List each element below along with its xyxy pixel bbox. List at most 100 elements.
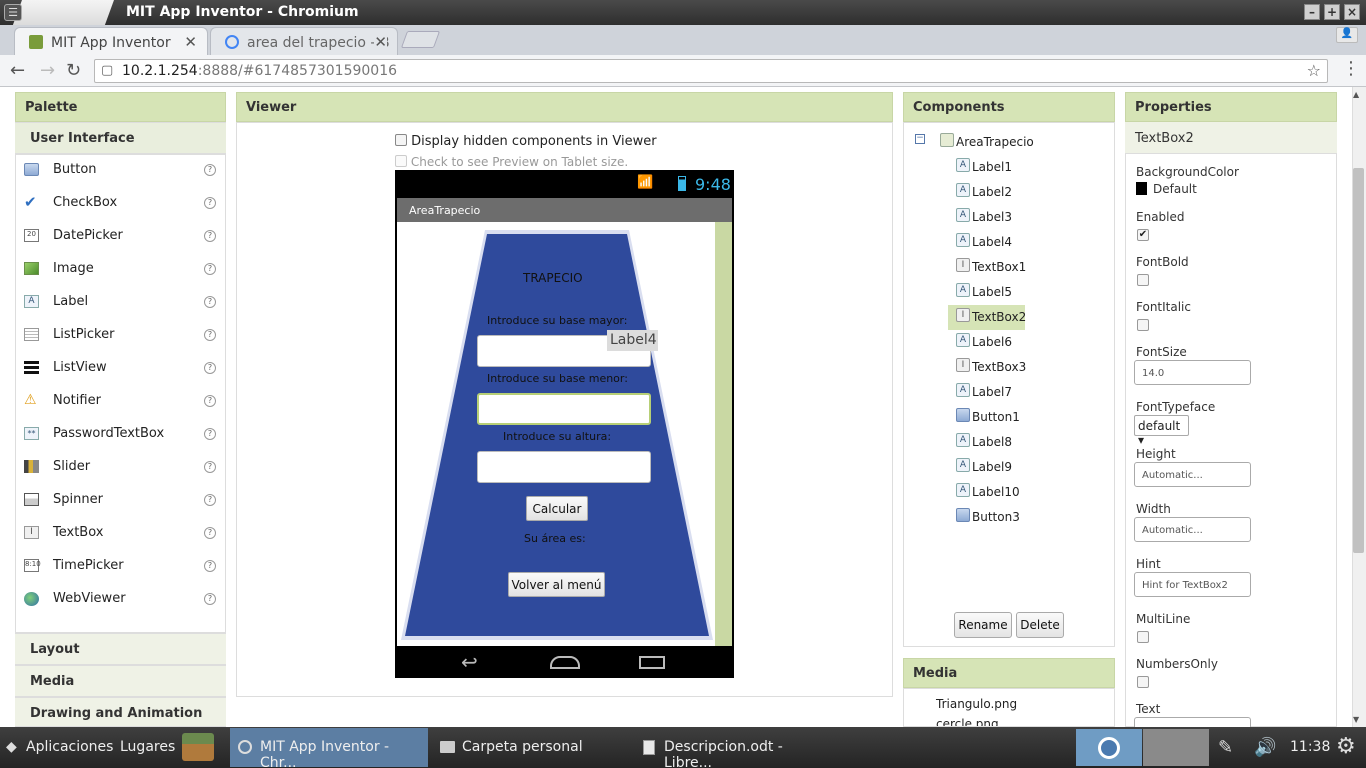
component-item-textbox1[interactable]: I TextBox1 bbox=[948, 255, 1026, 280]
scroll-up-icon[interactable]: ▲ bbox=[1353, 90, 1359, 99]
collapse-icon[interactable]: − bbox=[915, 134, 925, 144]
prop-multiline-checkbox[interactable] bbox=[1137, 631, 1149, 643]
palette-item-datepicker[interactable]: 20 DatePicker? bbox=[15, 220, 226, 253]
prop-width-input[interactable]: Automatic... bbox=[1134, 517, 1251, 542]
palette-item-timepicker[interactable]: 8:10 TimePicker? bbox=[15, 550, 226, 583]
help-icon[interactable]: ? bbox=[204, 527, 216, 539]
palette-category-user-interface[interactable]: User Interface bbox=[15, 122, 226, 154]
prop-enabled-checkbox[interactable]: ✔ bbox=[1137, 229, 1149, 241]
component-item-label1[interactable]: A Label1 bbox=[948, 155, 1025, 180]
taskbar-clock[interactable]: 11:38 bbox=[1290, 739, 1330, 755]
bookmark-star-icon[interactable]: ☆ bbox=[1307, 61, 1321, 80]
scroll-down-icon[interactable]: ▼ bbox=[1353, 715, 1359, 724]
page-scrollbar-thumb[interactable] bbox=[1353, 168, 1364, 553]
palette-item-slider[interactable]: Slider? bbox=[15, 451, 226, 484]
task-carpeta-personal[interactable]: Carpeta personal bbox=[432, 728, 630, 767]
component-item-label5[interactable]: A Label5 bbox=[948, 280, 1025, 305]
help-icon[interactable]: ? bbox=[204, 230, 216, 242]
component-item-label9[interactable]: A Label9 bbox=[948, 455, 1025, 480]
help-icon[interactable]: ? bbox=[204, 296, 216, 308]
applications-menu[interactable]: Aplicaciones bbox=[26, 739, 113, 755]
palette-item-notifier[interactable]: ⚠ Notifier? bbox=[15, 385, 226, 418]
tab-mit-app-inventor[interactable]: MIT App Inventor ✕ bbox=[14, 27, 208, 55]
settings-gear-icon[interactable]: ⚙ bbox=[1336, 734, 1356, 759]
component-item-label10[interactable]: A Label10 bbox=[948, 480, 1025, 505]
help-icon[interactable]: ? bbox=[204, 362, 216, 374]
tablet-preview-checkbox[interactable] bbox=[395, 155, 407, 167]
component-item-button3[interactable]: Button3 bbox=[948, 505, 1025, 530]
pen-icon[interactable]: ✎ bbox=[1218, 737, 1233, 758]
help-icon[interactable]: ? bbox=[204, 593, 216, 605]
prop-numbersonly-checkbox[interactable] bbox=[1137, 676, 1149, 688]
prop-text-input[interactable] bbox=[1134, 717, 1251, 727]
desktop-launcher-icon[interactable] bbox=[182, 733, 214, 761]
component-root[interactable]: AreaTrapecio bbox=[932, 130, 1052, 155]
palette-item-label[interactable]: A Label? bbox=[15, 286, 226, 319]
close-window-icon[interactable]: × bbox=[1344, 4, 1360, 20]
component-item-label3[interactable]: A Label3 bbox=[948, 205, 1025, 230]
back-icon[interactable]: ← bbox=[10, 60, 25, 81]
forward-icon[interactable]: → bbox=[40, 60, 55, 81]
help-icon[interactable]: ? bbox=[204, 494, 216, 506]
task-descripcion-odt[interactable]: Descripcion.odt - Libre... bbox=[634, 728, 834, 768]
palette-category-media[interactable]: Media bbox=[15, 665, 226, 697]
profile-icon[interactable]: 👤 bbox=[1336, 27, 1358, 43]
tab-area-del-trapecio[interactable]: area del trapecio - B ✕ bbox=[210, 27, 398, 55]
help-icon[interactable]: ? bbox=[204, 395, 216, 407]
component-item-label7[interactable]: A Label7 bbox=[948, 380, 1025, 405]
task-mit-app-inventor[interactable]: MIT App Inventor - Chr... bbox=[230, 728, 428, 768]
palette-item-listpicker[interactable]: ListPicker? bbox=[15, 319, 226, 352]
display-hidden-option[interactable]: Display hidden components in Viewer bbox=[395, 134, 657, 149]
palette-item-checkbox[interactable]: ✔ CheckBox? bbox=[15, 187, 226, 220]
palette-item-passwordtextbox[interactable]: ** PasswordTextBox? bbox=[15, 418, 226, 451]
help-icon[interactable]: ? bbox=[204, 263, 216, 275]
help-icon[interactable]: ? bbox=[204, 428, 216, 440]
palette-item-spinner[interactable]: Spinner? bbox=[15, 484, 226, 517]
palette-category-drawing-animation[interactable]: Drawing and Animation bbox=[15, 697, 226, 727]
component-item-label6[interactable]: A Label6 bbox=[948, 330, 1025, 355]
component-item-label8[interactable]: A Label8 bbox=[948, 430, 1025, 455]
palette-item-textbox[interactable]: I TextBox? bbox=[15, 517, 226, 550]
help-icon[interactable]: ? bbox=[204, 461, 216, 473]
component-item-textbox3[interactable]: I TextBox3 bbox=[948, 355, 1026, 380]
help-icon[interactable]: ? bbox=[204, 560, 216, 572]
palette-item-image[interactable]: Image? bbox=[15, 253, 226, 286]
component-item-label4[interactable]: A Label4 bbox=[948, 230, 1025, 255]
prop-backgroundcolor-value[interactable]: Default bbox=[1136, 182, 1197, 196]
phone-calcular-button[interactable]: Calcular bbox=[526, 496, 588, 521]
close-tab-icon[interactable]: ✕ bbox=[374, 33, 387, 51]
media-file[interactable]: Triangulo.png bbox=[936, 697, 1017, 711]
palette-item-webviewer[interactable]: WebViewer? bbox=[15, 583, 226, 616]
prop-fonttypeface-select[interactable]: default ▾ bbox=[1134, 415, 1189, 447]
new-tab-button[interactable] bbox=[400, 31, 441, 48]
component-item-button1[interactable]: Button1 bbox=[948, 405, 1025, 430]
rename-button[interactable]: Rename bbox=[954, 612, 1012, 638]
maximize-icon[interactable]: + bbox=[1324, 4, 1340, 20]
url-bar[interactable]: ▢ 10.2.1.254:8888/#6174857301590016 ☆ bbox=[94, 59, 1328, 83]
help-icon[interactable]: ? bbox=[204, 329, 216, 341]
help-icon[interactable]: ? bbox=[204, 197, 216, 209]
phone-volver-button[interactable]: Volver al menú bbox=[508, 572, 605, 597]
phone-input-altura[interactable] bbox=[477, 451, 651, 483]
component-item-textbox2[interactable]: I TextBox2 bbox=[948, 305, 1026, 330]
phone-input-base-menor[interactable] bbox=[477, 393, 651, 425]
tablet-preview-option[interactable]: Check to see Preview on Tablet size. bbox=[395, 155, 628, 169]
prop-fontsize-input[interactable]: 14.0 bbox=[1134, 360, 1251, 385]
prop-height-input[interactable]: Automatic... bbox=[1134, 462, 1251, 487]
palette-item-button[interactable]: Button? bbox=[15, 154, 226, 187]
volume-icon[interactable]: 🔊 bbox=[1254, 737, 1276, 758]
palette-category-layout[interactable]: Layout bbox=[15, 633, 226, 665]
places-menu[interactable]: Lugares bbox=[120, 739, 175, 755]
media-file[interactable]: cercle.png bbox=[936, 717, 999, 726]
chrome-menu-icon[interactable]: ⋮ bbox=[1342, 58, 1360, 79]
minimize-icon[interactable]: – bbox=[1304, 4, 1320, 20]
reload-icon[interactable]: ↻ bbox=[66, 60, 81, 81]
window-menu-icon[interactable]: ☰ bbox=[4, 4, 22, 21]
display-hidden-checkbox[interactable] bbox=[395, 134, 407, 146]
close-tab-icon[interactable]: ✕ bbox=[184, 33, 197, 51]
help-icon[interactable]: ? bbox=[204, 164, 216, 176]
component-item-label2[interactable]: A Label2 bbox=[948, 180, 1025, 205]
workspace-1[interactable] bbox=[1076, 729, 1142, 766]
palette-item-listview[interactable]: ListView? bbox=[15, 352, 226, 385]
prop-fontbold-checkbox[interactable] bbox=[1137, 274, 1149, 286]
